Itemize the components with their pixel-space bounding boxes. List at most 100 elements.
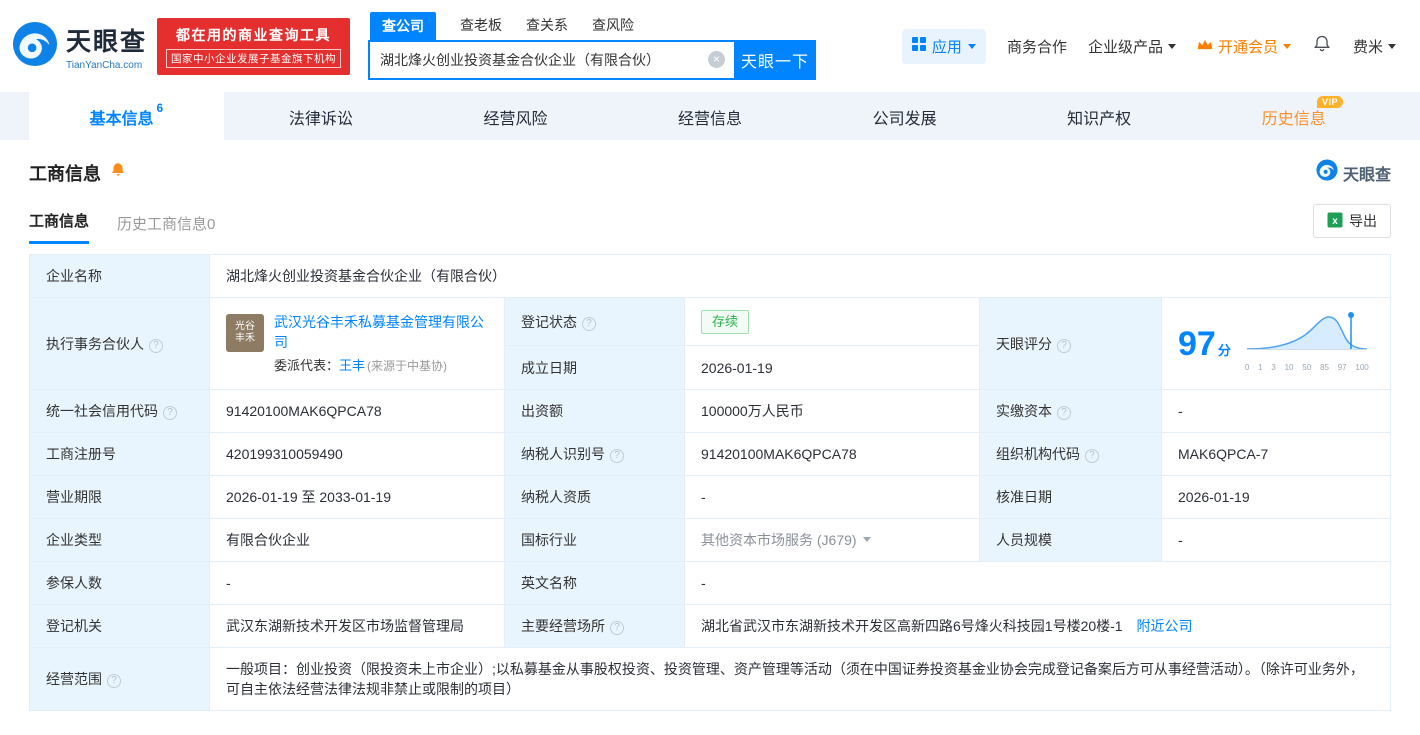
partner-company-link[interactable]: 武汉光谷丰禾私募基金管理有限公司 — [274, 314, 484, 350]
value-paid-capital: - — [1161, 389, 1391, 433]
value-tianyan-score: 97 分 0 1 3 10 50 85 97 100 — [1161, 297, 1391, 390]
score-curve-chart: 0 1 3 10 50 85 97 100 — [1243, 309, 1371, 378]
help-icon[interactable] — [1085, 449, 1099, 463]
value-establish-date: 2026-01-19 — [684, 345, 980, 390]
apps-button[interactable]: 应用 — [901, 28, 986, 64]
label-registration-number: 工商注册号 — [29, 432, 210, 476]
tab-company-development[interactable]: 公司发展 — [807, 92, 1002, 140]
row-partner-status: 执行事务合伙人 光谷 丰禾 武汉光谷丰禾私募基金管理有限公司 委派代表：王丰(来… — [29, 296, 1391, 390]
subtab-history-business-info[interactable]: 历史工商信息0 — [117, 213, 215, 244]
help-icon[interactable] — [610, 621, 624, 635]
help-icon[interactable] — [582, 316, 596, 331]
label-registration-authority: 登记机关 — [29, 604, 210, 648]
chevron-down-icon — [1282, 44, 1291, 53]
label-industry: 国标行业 — [504, 518, 685, 562]
help-icon[interactable] — [1057, 338, 1071, 353]
label-credit-code: 统一社会信用代码 — [29, 389, 210, 433]
tab-intellectual-property[interactable]: 知识产权 — [1002, 92, 1197, 140]
value-staff-size: - — [1161, 518, 1391, 562]
search-area: 查公司 查老板 查关系 查风险 天眼一下 — [368, 11, 817, 80]
label-insured-count: 参保人数 — [29, 561, 210, 605]
label-company-type: 企业类型 — [29, 518, 210, 562]
industry-expand-icon[interactable] — [862, 537, 871, 546]
search-button[interactable]: 天眼一下 — [734, 39, 817, 80]
nearby-companies-link[interactable]: 附近公司 — [1136, 618, 1192, 634]
search-tab-relation[interactable]: 查关系 — [526, 15, 568, 40]
help-icon[interactable] — [610, 449, 624, 463]
chevron-down-icon — [1388, 44, 1396, 53]
value-taxpayer-qualification: - — [684, 475, 980, 519]
chevron-down-icon — [1167, 44, 1176, 53]
nav-business-cooperation[interactable]: 商务合作 — [1007, 36, 1067, 57]
search-tab-company[interactable]: 查公司 — [370, 11, 437, 40]
value-company-name: 湖北烽火创业投资基金合伙企业（有限合伙） — [209, 254, 1391, 298]
value-registration-authority: 武汉东湖新技术开发区市场监督管理局 — [209, 604, 505, 648]
label-taxpayer-id: 纳税人识别号 — [504, 432, 685, 476]
tab-legal-proceedings-label: 法律诉讼 — [288, 111, 353, 128]
help-icon[interactable] — [1057, 406, 1071, 420]
business-info-table: 企业名称 湖北烽火创业投资基金合伙企业（有限合伙） 执行事务合伙人 光谷 丰禾 … — [29, 254, 1391, 711]
label-staff-size: 人员规模 — [979, 518, 1162, 562]
value-org-code: MAK6QPCA-7 — [1161, 432, 1391, 476]
clear-search-icon[interactable] — [708, 51, 726, 68]
nav-user-menu[interactable]: 费米 — [1353, 36, 1396, 57]
value-industry: 其他资本市场服务 (J679) — [684, 518, 980, 562]
watermark-brand: 天眼查 — [1316, 159, 1391, 186]
search-tab-boss[interactable]: 查老板 — [460, 15, 502, 40]
value-registration-number: 420199310059490 — [209, 432, 505, 476]
search-box: 天眼一下 — [368, 39, 817, 80]
tab-operation-risk[interactable]: 经营风险 — [418, 92, 613, 140]
tab-intellectual-property-label: 知识产权 — [1067, 111, 1132, 128]
value-business-scope: 一般项目：创业投资（限投资未上市企业）;以私募基金从事股权投资、投资管理、资产管… — [209, 647, 1391, 711]
subscribe-bell-icon[interactable] — [109, 161, 127, 184]
label-org-code: 组织机构代码 — [979, 432, 1162, 476]
tab-history-info[interactable]: 历史信息 VIP — [1196, 92, 1391, 140]
business-cooperation-label: 商务合作 — [1006, 38, 1067, 56]
slogan-line2: 国家中小企业发展子基金旗下机构 — [166, 48, 342, 68]
notifications-button[interactable] — [1312, 34, 1332, 59]
tab-legal-proceedings[interactable]: 法律诉讼 — [224, 92, 419, 140]
svg-text:x: x — [1332, 216, 1338, 227]
bell-icon — [1312, 34, 1332, 59]
search-type-tabs: 查公司 查老板 查关系 查风险 — [368, 11, 816, 40]
brand-slogan-badge: 都在用的商业查询工具 国家中小企业发展子基金旗下机构 — [157, 17, 351, 75]
export-label: 导出 — [1349, 213, 1377, 229]
subsection-tabs: 工商信息 历史工商信息0 x 导出 — [29, 204, 1391, 244]
representative-source: (来源于中基协) — [367, 358, 448, 373]
subtab-business-info[interactable]: 工商信息 — [29, 210, 90, 244]
value-business-address: 湖北省武汉市东湖新技术开发区高新四路6号烽火科技园1号楼20楼-1 附近公司 — [684, 604, 1391, 648]
row-registration-number: 工商注册号 420199310059490 纳税人识别号 91420100MAK… — [29, 432, 1391, 476]
nav-open-vip[interactable]: 开通会员 — [1197, 36, 1291, 57]
row-credit-code: 统一社会信用代码 91420100MAK6QPCA78 出资额 100000万人… — [29, 389, 1391, 433]
value-company-type: 有限合伙企业 — [209, 518, 505, 562]
value-business-term: 2026-01-19 至 2033-01-19 — [209, 475, 505, 519]
row-company-name: 企业名称 湖北烽火创业投资基金合伙企业（有限合伙） — [29, 254, 1391, 298]
watermark-brand-label: 天眼查 — [1342, 166, 1391, 184]
row-insured: 参保人数 - 英文名称 - — [29, 561, 1391, 605]
apps-grid-icon — [911, 37, 926, 55]
label-business-term: 营业期限 — [29, 475, 210, 519]
search-input[interactable] — [380, 51, 703, 68]
tianyancha-logo-icon — [12, 21, 58, 72]
tianyancha-logo[interactable]: 天眼查 TianYanCha.com — [12, 21, 147, 72]
label-capital: 出资额 — [504, 389, 685, 433]
help-icon[interactable] — [107, 674, 121, 688]
apps-label: 应用 — [931, 38, 962, 56]
help-icon[interactable] — [163, 406, 177, 420]
search-input-wrap — [368, 39, 735, 80]
export-button[interactable]: x 导出 — [1313, 204, 1391, 238]
value-registration-status: 存续 — [684, 296, 980, 347]
section-header: 工商信息 天眼查 — [29, 159, 1391, 186]
value-taxpayer-id: 91420100MAK6QPCA78 — [684, 432, 980, 476]
label-tianyan-score: 天眼评分 — [979, 297, 1162, 390]
tab-basic-info[interactable]: 基本信息 6 — [29, 92, 224, 140]
help-icon[interactable] — [149, 338, 163, 353]
representative-link[interactable]: 王丰 — [339, 358, 365, 373]
search-tab-risk[interactable]: 查风险 — [592, 15, 634, 40]
nav-enterprise-products[interactable]: 企业级产品 — [1088, 36, 1176, 57]
tab-operation-info[interactable]: 经营信息 — [613, 92, 808, 140]
brand-name: 天眼查 — [66, 27, 148, 56]
open-vip-label: 开通会员 — [1217, 38, 1278, 56]
label-english-name: 英文名称 — [504, 561, 685, 605]
label-business-scope: 经营范围 — [29, 647, 210, 711]
